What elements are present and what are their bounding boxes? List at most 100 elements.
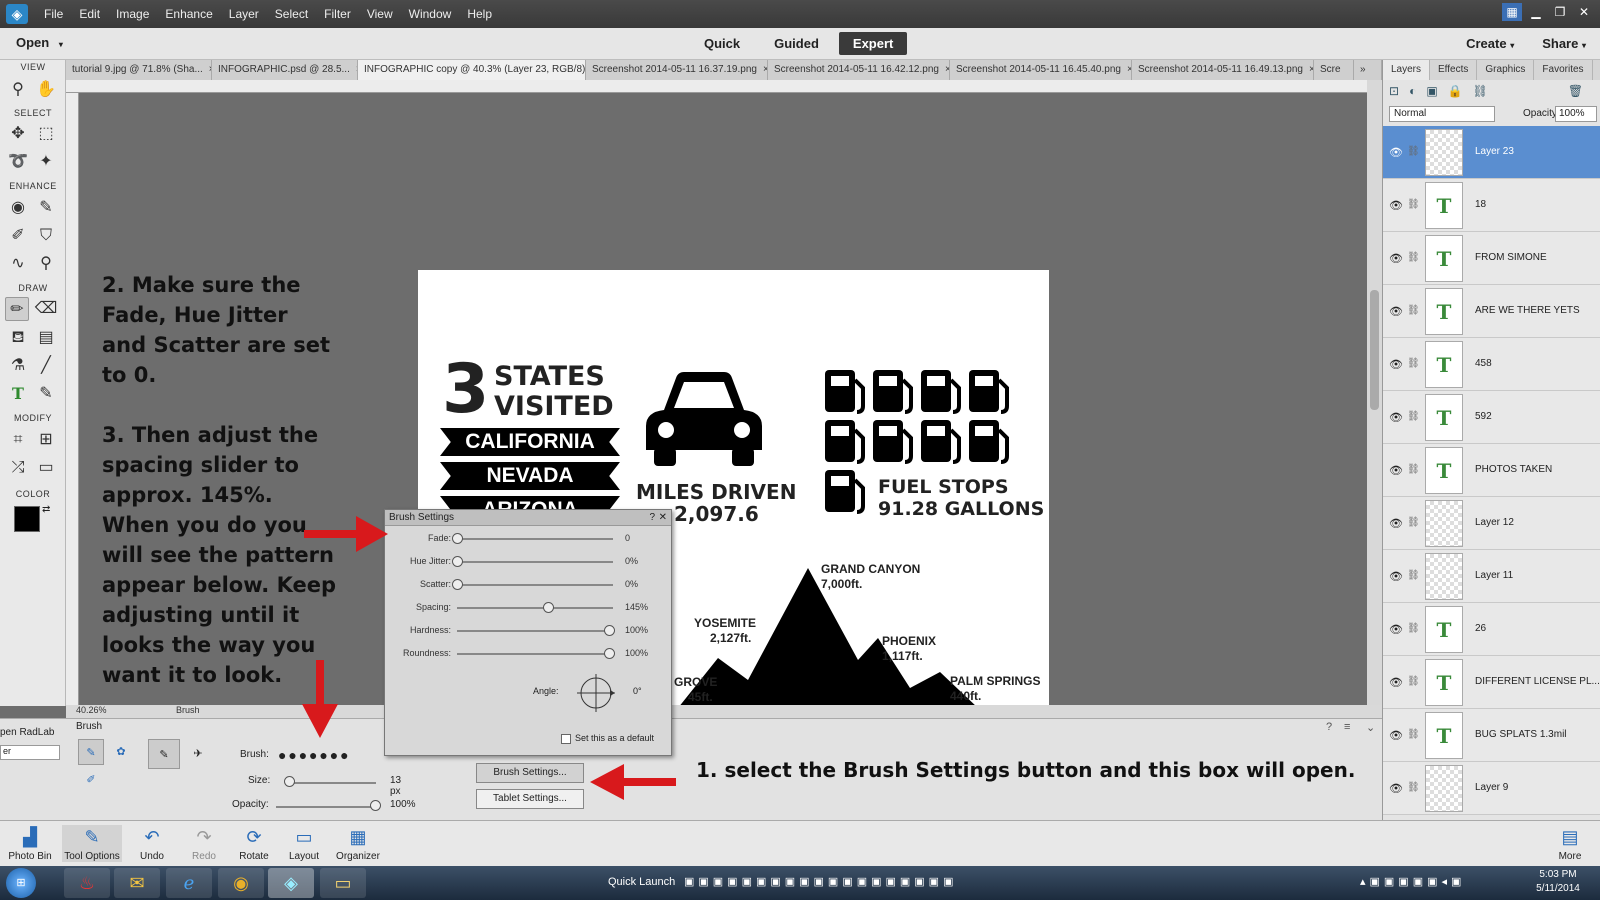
impressionist-brush-icon[interactable]: ✿ [108, 739, 134, 765]
brush-setting-slider[interactable] [457, 584, 613, 586]
close-icon[interactable]: ✕ [659, 510, 667, 526]
menu-layer[interactable]: Layer [221, 7, 267, 21]
crop-tool-icon[interactable]: ⌗ [6, 428, 30, 452]
brush-setting-slider-knob[interactable] [452, 579, 463, 590]
doc-tab[interactable]: INFOGRAPHIC.psd @ 28.5...× [212, 60, 358, 80]
hand-tool-icon[interactable]: ✋ [34, 78, 58, 102]
link-icon[interactable]: ⛓ [1407, 782, 1420, 793]
adjustment-layer-icon[interactable]: ◐ [1409, 84, 1416, 98]
taskbar-app-icon[interactable]: ✉ [114, 868, 160, 898]
layer-row[interactable]: 👁 ⛓ T FROM SIMONE [1383, 232, 1600, 285]
layer-mask-icon[interactable]: ▣ [1426, 84, 1437, 98]
eye-icon[interactable]: 👁 [1389, 729, 1403, 742]
layer-row[interactable]: 👁 ⛓ Layer 23 [1383, 126, 1600, 179]
brush-preview-strip[interactable]: ● ● ● ● ● ● ● [278, 747, 349, 763]
vertical-scrollbar[interactable] [1367, 80, 1382, 705]
menu-file[interactable]: File [36, 7, 71, 21]
mode-expert[interactable]: Expert [838, 32, 908, 55]
layout-button[interactable]: ▭ Layout [276, 825, 332, 862]
minimize-icon[interactable]: ▁ [1526, 3, 1546, 21]
brush-settings-button[interactable]: Brush Settings... [476, 763, 584, 783]
clone-stamp-icon[interactable]: ⛉ [34, 224, 58, 248]
menu-edit[interactable]: Edit [71, 7, 108, 21]
link-icon[interactable]: ⛓ [1407, 305, 1420, 316]
layer-name[interactable]: DIFFERENT LICENSE PL... [1475, 676, 1600, 687]
lasso-tool-icon[interactable]: ➰ [6, 150, 30, 174]
collapse-icon[interactable]: ⌄ [1366, 721, 1375, 734]
brush-setting-slider[interactable] [457, 653, 613, 655]
eye-icon[interactable]: 👁 [1389, 570, 1403, 583]
lock-icon[interactable]: 🔒 [1448, 84, 1463, 98]
layer-row[interactable]: 👁 ⛓ T 18 [1383, 179, 1600, 232]
restore-icon[interactable]: ❐ [1550, 3, 1570, 21]
zoom-level[interactable]: 40.26% [76, 705, 107, 715]
zoom-tool-icon[interactable]: ⚲ [6, 78, 30, 102]
foreground-color-swatch[interactable] [14, 506, 40, 532]
menu-image[interactable]: Image [108, 7, 157, 21]
marquee-tool-icon[interactable]: ⬚ [34, 122, 58, 146]
eye-icon[interactable]: 👁 [1389, 358, 1403, 371]
tablet-settings-button[interactable]: Tablet Settings... [476, 789, 584, 809]
link-icon[interactable]: ⛓ [1407, 464, 1420, 475]
share-button[interactable]: Share ▾ [1542, 36, 1586, 51]
undo-button[interactable]: ↶ Undo [124, 825, 180, 862]
menu-help[interactable]: Help [459, 7, 500, 21]
layer-row[interactable]: 👁 ⛓ T ARE WE THERE YETS [1383, 285, 1600, 338]
eye-icon[interactable]: 👁 [1389, 517, 1403, 530]
organizer-button[interactable]: ▦ Organizer [328, 825, 388, 862]
layer-name[interactable]: Layer 11 [1475, 570, 1513, 581]
clock-time[interactable]: 5:03 PM [1528, 869, 1588, 880]
brush-setting-slider[interactable] [457, 607, 613, 609]
doc-tab-active[interactable]: INFOGRAPHIC copy @ 40.3% (Layer 23, RGB/… [358, 60, 586, 80]
menu-window[interactable]: Window [401, 7, 460, 21]
help-icon[interactable]: ? [649, 510, 655, 526]
link-icon[interactable]: ⛓ [1407, 199, 1420, 210]
open-button[interactable]: Open ▾ [16, 35, 63, 50]
scrollbar-thumb[interactable] [1370, 290, 1379, 410]
tool-options-button[interactable]: ✎ Tool Options [62, 825, 122, 862]
healing-brush-icon[interactable]: ✎ [34, 196, 58, 220]
layer-row[interactable]: 👁 ⛓ Layer 9 [1383, 762, 1600, 815]
redo-button[interactable]: ↷ Redo [176, 825, 232, 862]
content-aware-move-icon[interactable]: ⤮ [6, 456, 30, 480]
tabs-overflow-icon[interactable]: » [1354, 60, 1382, 80]
eye-icon[interactable]: 👁 [1389, 464, 1403, 477]
paint-bucket-icon[interactable]: ⛾ [6, 326, 30, 350]
swap-colors-icon[interactable]: ⇄ [42, 504, 50, 515]
link-icon[interactable]: ⛓ [1407, 517, 1420, 528]
doc-tab[interactable]: tutorial 9.jpg @ 71.8% (Sha...× [66, 60, 212, 80]
rotate-button[interactable]: ⟳ Rotate [226, 825, 282, 862]
brush-setting-slider[interactable] [457, 561, 613, 563]
eye-icon[interactable]: 👁 [1389, 676, 1403, 689]
sponge-tool-icon[interactable]: ⚲ [34, 252, 58, 276]
layer-name[interactable]: 592 [1475, 411, 1492, 422]
doc-tab[interactable]: Screenshot 2014-05-11 16.45.40.png× [950, 60, 1132, 80]
layer-name[interactable]: ARE WE THERE YETS [1475, 305, 1580, 316]
color-replacement-icon[interactable]: ✐ [78, 767, 104, 793]
size-slider-knob[interactable] [284, 776, 295, 787]
layer-row[interactable]: 👁 ⛓ T 26 [1383, 603, 1600, 656]
quick-launch-icons[interactable]: ▣▣▣▣▣▣▣▣▣▣▣▣▣▣▣▣▣▣▣ [684, 875, 957, 888]
tab-effects[interactable]: Effects [1430, 60, 1478, 80]
doc-tab[interactable]: Scre [1314, 60, 1354, 80]
brush-setting-slider-knob[interactable] [604, 625, 615, 636]
link-icon[interactable]: ⛓ [1407, 411, 1420, 422]
brush-setting-slider[interactable] [457, 538, 613, 540]
pencil-tool-icon[interactable]: ✎ [34, 382, 58, 406]
eye-icon[interactable]: 👁 [1389, 782, 1403, 795]
link-icon[interactable]: ⛓ [1407, 252, 1420, 263]
brush-setting-slider-knob[interactable] [452, 533, 463, 544]
side-dropdown[interactable]: er [0, 745, 60, 760]
angle-dial-icon[interactable] [573, 672, 619, 714]
panel-menu-icon[interactable]: ≡ [1344, 721, 1350, 733]
eye-icon[interactable]: 👁 [1389, 146, 1403, 159]
layer-row[interactable]: 👁 ⛓ T DIFFERENT LICENSE PL... [1383, 656, 1600, 709]
doc-tab[interactable]: Screenshot 2014-05-11 16.37.19.png× [586, 60, 768, 80]
link-icon[interactable]: ⛓ [1407, 676, 1420, 687]
airbrush-mode-icon[interactable]: ✈ [182, 739, 214, 769]
workspace-icon[interactable]: ▦ [1502, 3, 1522, 21]
new-layer-icon[interactable]: ⊡ [1389, 84, 1399, 98]
trash-icon[interactable]: 🗑 [1568, 84, 1583, 98]
blur-tool-icon[interactable]: ∿ [6, 252, 30, 276]
mode-guided[interactable]: Guided [760, 32, 833, 55]
